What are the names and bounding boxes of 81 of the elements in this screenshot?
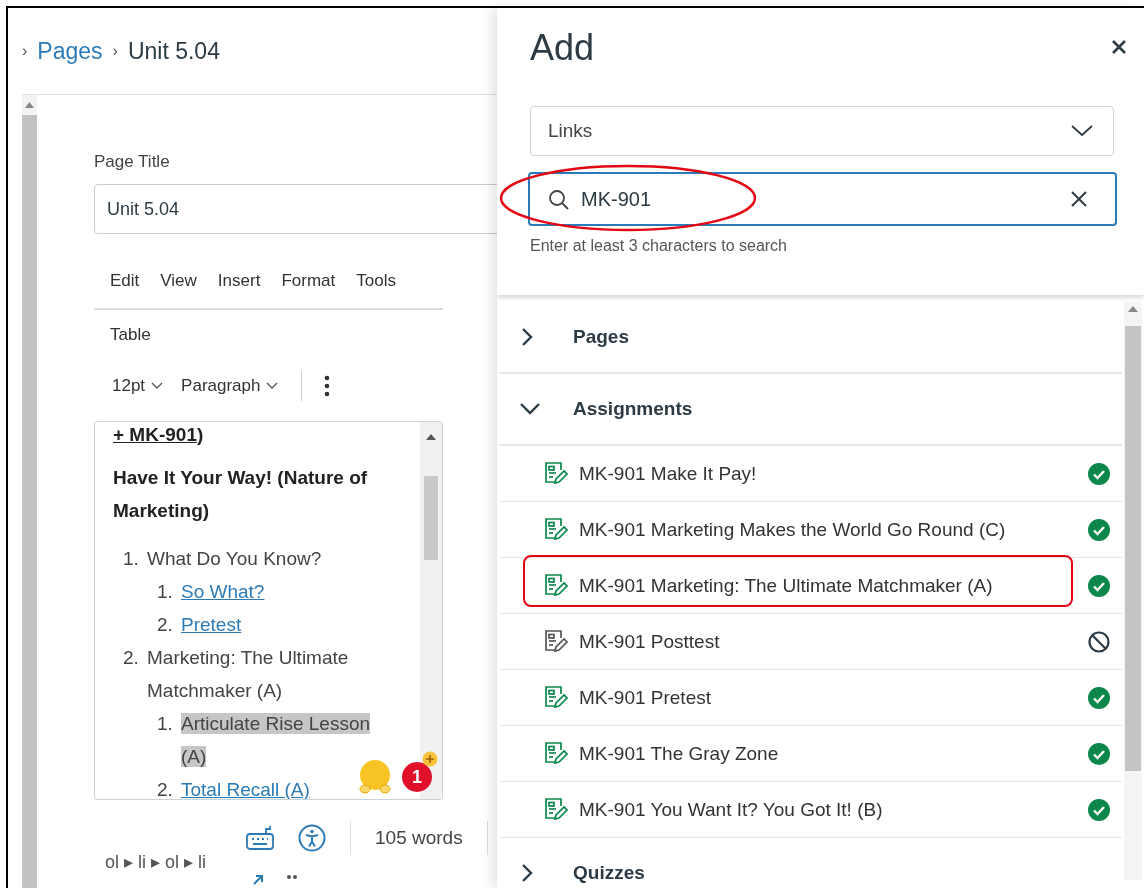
scroll-up-icon[interactable]	[1128, 306, 1138, 312]
group-header[interactable]: Assignments	[500, 374, 1122, 446]
assignment-icon	[543, 573, 568, 598]
menu-item[interactable]: Edit	[110, 270, 140, 292]
link-list-item[interactable]: MK-901 The Gray Zone	[500, 726, 1122, 782]
scroll-up-icon[interactable]	[25, 102, 34, 108]
assignment-icon	[543, 629, 568, 654]
list-number: 2.	[123, 646, 140, 670]
search-hint: Enter at least 3 characters to search	[530, 237, 788, 255]
font-size-dropdown[interactable]: 12pt	[112, 376, 164, 396]
caret-icon	[266, 382, 279, 390]
list-link[interactable]: So What?	[181, 581, 265, 602]
content-type-dropdown[interactable]: Links	[530, 106, 1114, 156]
search-icon	[548, 188, 569, 210]
keyboard-icon[interactable]	[246, 825, 274, 851]
search-field[interactable]: MK-901	[528, 172, 1117, 226]
assignment-icon	[543, 685, 568, 710]
chevron-down-icon	[1071, 125, 1093, 137]
page-title-field[interactable]: Unit 5.04	[94, 184, 497, 234]
link-list-item[interactable]: MK-901 Posttest	[500, 614, 1122, 670]
group-header[interactable]: Quizzes	[500, 838, 1122, 888]
check-circle-icon	[1088, 798, 1110, 821]
breadcrumb-link[interactable]: Pages	[37, 37, 103, 65]
list-number: 2.	[157, 778, 174, 799]
editor-heading: Have It Your Way! (Nature of Marketing)	[113, 466, 369, 523]
scrollbar-thumb[interactable]	[424, 476, 438, 560]
chevron-right-icon	[519, 863, 535, 883]
link-list-item[interactable]: MK-901 You Want It? You Got It! (B)	[500, 782, 1122, 838]
scrollbar[interactable]	[22, 95, 37, 888]
list-number: 1.	[123, 547, 140, 571]
assignment-icon	[543, 741, 568, 766]
menu-item[interactable]: Format	[281, 270, 336, 292]
close-icon[interactable]	[1112, 40, 1126, 54]
list-item-text: Marketing: The Ultimate Matchmaker (A)	[147, 647, 349, 701]
link-list-item[interactable]: MK-901 Make It Pay!	[500, 446, 1122, 502]
caret-icon	[151, 382, 164, 390]
breadcrumb-separator: ›	[112, 42, 118, 60]
menu-item[interactable]: Table	[110, 325, 151, 344]
assignment-icon	[543, 797, 568, 822]
check-circle-icon	[1088, 742, 1110, 765]
scrollbar-thumb[interactable]	[1125, 326, 1141, 771]
scroll-up-icon[interactable]	[426, 434, 436, 440]
list-number: 1.	[157, 580, 174, 604]
assignment-icon	[543, 461, 568, 486]
more-options-icon[interactable]	[324, 375, 331, 397]
menu-item[interactable]: Tools	[356, 270, 396, 292]
list-item-text: What Do You Know?	[147, 548, 322, 569]
scrollbar[interactable]	[420, 422, 442, 799]
group-header[interactable]: Pages	[500, 302, 1122, 374]
check-circle-icon	[1088, 574, 1110, 597]
emoji-icon	[357, 759, 393, 795]
tray-title: Add	[530, 28, 595, 68]
expand-icon[interactable]	[252, 874, 264, 886]
link-list-item[interactable]: MK-901 Marketing Makes the World Go Round (C)	[500, 502, 1122, 558]
menu-item[interactable]: View	[160, 270, 197, 292]
check-circle-icon	[1088, 686, 1110, 709]
unpublished-icon	[1088, 630, 1110, 653]
clear-icon[interactable]	[1071, 191, 1087, 207]
notification-badge[interactable]: 1	[402, 762, 432, 792]
editor-text: + MK-901)	[113, 423, 205, 447]
list-number: 2.	[157, 613, 174, 637]
plus-icon	[422, 751, 438, 767]
accessibility-icon[interactable]	[298, 824, 326, 852]
check-circle-icon	[1088, 518, 1110, 541]
list-number: 1.	[157, 712, 174, 736]
element-path: ol ▸ li ▸ ol ▸ li	[104, 851, 208, 874]
word-count[interactable]: 105 words	[375, 827, 463, 849]
field-label: Page Title	[94, 152, 171, 172]
assignment-icon	[543, 517, 568, 542]
link-list-item[interactable]: MK-901 Marketing: The Ultimate Matchmaker (A)	[500, 558, 1122, 614]
list-link[interactable]: Pretest	[181, 614, 242, 635]
breadcrumb-separator: ›	[22, 42, 28, 60]
chevron-right-icon	[519, 327, 535, 347]
more-icon[interactable]	[286, 874, 298, 880]
scrollbar[interactable]	[1124, 302, 1142, 880]
check-circle-icon	[1088, 462, 1110, 485]
block-format-dropdown[interactable]: Paragraph	[181, 376, 279, 396]
chevron-down-icon	[519, 402, 541, 416]
link-list-item[interactable]: MK-901 Pretest	[500, 670, 1122, 726]
breadcrumb-current: Unit 5.04	[127, 37, 220, 65]
menu-item[interactable]: Insert	[217, 270, 261, 292]
